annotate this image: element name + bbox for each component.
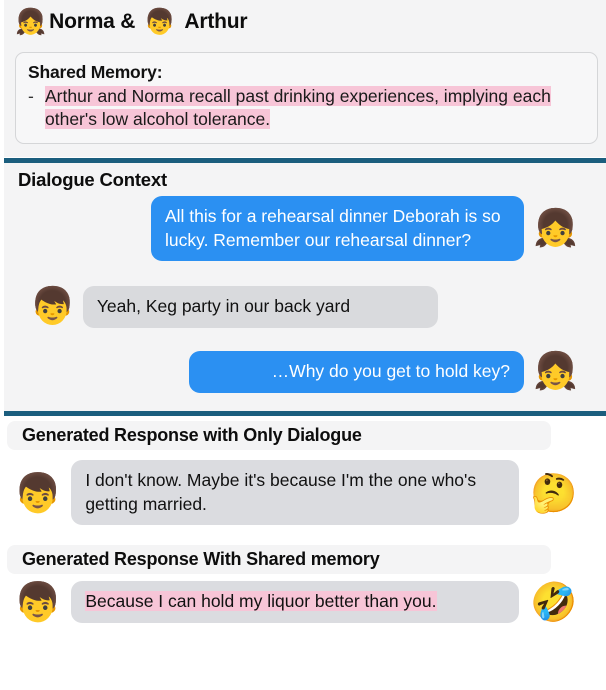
girl-emoji: 👧 [15, 7, 47, 36]
rolling-on-floor-laughing-emoji: 🤣 [530, 579, 578, 624]
response-bubble-shared-memory: Because I can hold my liquor better than… [71, 581, 520, 623]
section-divider-bottom [4, 411, 606, 416]
shared-memory-highlight: Arthur and Norma recall past drinking ex… [45, 86, 551, 130]
shared-memory-text: Arthur and Norma recall past drinking ex… [45, 85, 565, 132]
shared-memory-bullet: - [28, 86, 34, 106]
figure-root: 👧 Norma & 👦 Arthur Shared Memory: - Arth… [0, 0, 606, 690]
boy-emoji: 👦 [144, 7, 176, 36]
boy-emoji: 👦 [14, 579, 62, 624]
chat-bubble-arthur-1: Yeah, Keg party in our back yard [82, 286, 438, 328]
boy-emoji: 👦 [14, 470, 62, 515]
chat-bubble-norma-1: All this for a rehearsal dinner Deborah … [151, 196, 524, 262]
shared-memory-label-text: Shared Memory [28, 62, 157, 82]
chat-message-row: All this for a rehearsal dinner Deborah … [151, 196, 578, 262]
shared-memory-label: Shared Memory: [28, 62, 585, 83]
header-panel: 👧 Norma & 👦 Arthur Shared Memory: - Arth… [4, 0, 606, 157]
section-header-shared-memory: Generated Response With Shared memory [7, 545, 551, 574]
section-header-shared-memory-label: Generated Response With Shared memory [22, 549, 380, 569]
generated-response-row-shared-memory: 👦 Because I can hold my liquor better th… [14, 581, 578, 623]
thinking-face-emoji: 🤔 [530, 470, 578, 515]
response-bubble-only-dialogue: I don't know. Maybe it's because I'm the… [71, 460, 520, 526]
shared-memory-item: - Arthur and Norma recall past drinking … [28, 85, 585, 132]
shared-memory-colon: : [156, 62, 163, 82]
shared-memory-card: Shared Memory: - Arthur and Norma recall… [15, 52, 598, 144]
girl-emoji: 👧 [533, 350, 578, 392]
generated-response-row-only-dialogue: 👦 I don't know. Maybe it's because I'm t… [14, 460, 578, 526]
dialogue-context-heading: Dialogue Context [18, 169, 167, 190]
participants-title: 👧 Norma & 👦 Arthur [4, 0, 606, 34]
chat-message-row: 👦 Yeah, Keg party in our back yard [30, 286, 438, 328]
section-header-only-dialogue-label: Generated Response with Only Dialogue [22, 425, 362, 445]
chat-message-row: …Why do you get to hold key? 👧 [189, 351, 578, 393]
participant-name-norma: Norma & [49, 9, 136, 33]
boy-emoji: 👦 [30, 285, 75, 327]
chat-bubble-norma-2: …Why do you get to hold key? [189, 351, 524, 393]
participant-name-arthur: Arthur [184, 9, 248, 33]
response-highlight-shared-memory: Because I can hold my liquor better than… [85, 591, 437, 611]
section-header-only-dialogue: Generated Response with Only Dialogue [7, 421, 551, 450]
girl-emoji: 👧 [533, 207, 578, 249]
